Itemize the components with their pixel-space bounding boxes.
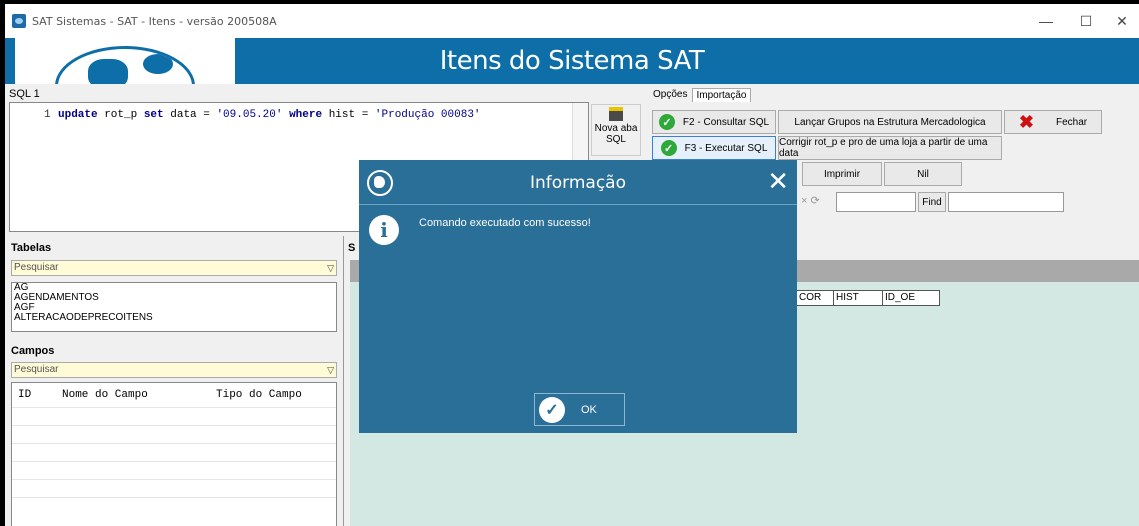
dialog-title: Informação bbox=[529, 173, 626, 193]
sql-keyword: update bbox=[58, 109, 98, 121]
dialog-message: Comando executado com sucesso! bbox=[419, 217, 591, 229]
sql-text: rot_p bbox=[97, 109, 144, 121]
campos-search-placeholder: Pesquisar bbox=[14, 364, 59, 375]
new-tab-label: Nova aba SQL bbox=[594, 123, 638, 145]
find-button[interactable]: Find bbox=[918, 192, 946, 212]
table-row bbox=[12, 443, 336, 461]
table-row bbox=[12, 425, 336, 443]
sql-string: '09.05.20' bbox=[216, 109, 283, 121]
minimize-button[interactable]: — bbox=[1026, 4, 1066, 38]
column-header[interactable]: HIST bbox=[833, 290, 883, 306]
new-sql-tab-button[interactable]: Nova aba SQL bbox=[591, 104, 641, 156]
check-icon: ✓ bbox=[658, 114, 675, 130]
tabelas-search[interactable]: Pesquisar ▽ bbox=[11, 260, 337, 276]
tabelas-list[interactable]: AG AGENDAMENTOS AGF ALTERACAODEPRECOITEN… bbox=[11, 282, 337, 332]
consultar-label: F2 - Consultar SQL bbox=[682, 116, 770, 128]
find-nav-icons[interactable]: × ⟳ bbox=[801, 194, 820, 207]
imprimir-button[interactable]: Imprimir bbox=[802, 162, 882, 186]
column-header[interactable]: COR bbox=[796, 290, 834, 306]
sql-keyword: set bbox=[143, 109, 164, 121]
sql-text: data = bbox=[163, 109, 217, 121]
chevron-down-icon[interactable]: ▽ bbox=[327, 261, 334, 275]
header-banner: Itens do Sistema SAT bbox=[5, 38, 1139, 84]
column-header[interactable]: Nome do Campo bbox=[56, 389, 210, 401]
close-window-button[interactable]: ✕ bbox=[1102, 4, 1139, 38]
dialog-header: Informação ✕ bbox=[359, 160, 797, 205]
campos-search[interactable]: Pesquisar ▽ bbox=[11, 362, 337, 378]
column-header[interactable]: ID bbox=[12, 389, 56, 401]
close-x-icon: ✖ bbox=[1018, 111, 1034, 132]
campos-grid[interactable]: ID Nome do Campo Tipo do Campo bbox=[11, 382, 337, 526]
nil-button[interactable]: Nil bbox=[884, 162, 962, 186]
table-row bbox=[12, 407, 336, 425]
list-item[interactable]: AGENDAMENTOS bbox=[14, 293, 336, 303]
check-icon: ✓ bbox=[539, 396, 565, 423]
sql-string: 'Produção 00083' bbox=[374, 109, 481, 121]
executar-sql-button[interactable]: ✓ F3 - Executar SQL bbox=[652, 136, 776, 160]
fechar-button[interactable]: ✖ Fechar bbox=[1004, 110, 1102, 134]
campos-grid-header: ID Nome do Campo Tipo do Campo bbox=[12, 383, 336, 407]
table-row bbox=[12, 479, 336, 497]
campos-header: Campos bbox=[11, 345, 55, 357]
find-input[interactable] bbox=[836, 192, 916, 212]
consultar-sql-button[interactable]: ✓ F2 - Consultar SQL bbox=[652, 110, 776, 134]
tab-sql-1[interactable]: SQL 1 bbox=[9, 88, 40, 100]
sql-text: hist = bbox=[322, 109, 375, 121]
find-value-input[interactable] bbox=[948, 192, 1064, 212]
title-bar: SAT Sistemas - SAT - Itens - versão 2005… bbox=[5, 4, 1139, 38]
chevron-down-icon[interactable]: ▽ bbox=[327, 363, 334, 377]
tab-importacao[interactable]: Importação bbox=[692, 88, 751, 102]
new-tab-icon bbox=[609, 107, 623, 121]
executar-label: F3 - Executar SQL bbox=[684, 142, 768, 154]
corrigir-rot-p-button[interactable]: Corrigir rot_p e pro de uma loja a parti… bbox=[778, 136, 1002, 160]
sql-keyword: where bbox=[289, 109, 323, 121]
info-icon: i bbox=[369, 215, 399, 245]
ok-button[interactable]: ✓ OK bbox=[534, 393, 625, 426]
results-header: S bbox=[348, 242, 356, 254]
table-row bbox=[12, 497, 336, 515]
check-icon: ✓ bbox=[660, 140, 677, 156]
options-tabs: Opções Importação bbox=[650, 88, 753, 102]
lancar-grupos-button[interactable]: Lançar Grupos na Estrutura Mercadologica bbox=[778, 110, 1002, 134]
fechar-label: Fechar bbox=[1055, 116, 1088, 128]
table-row bbox=[12, 461, 336, 479]
tabelas-search-placeholder: Pesquisar bbox=[14, 262, 59, 273]
info-dialog: Informação ✕ i Comando executado com suc… bbox=[359, 160, 797, 433]
sql-code: update rot_p set data = '09.05.20' where… bbox=[58, 109, 481, 121]
column-header[interactable]: Tipo do Campo bbox=[210, 389, 330, 401]
app-icon bbox=[12, 14, 26, 28]
page-title: Itens do Sistema SAT bbox=[439, 46, 705, 76]
window-title: SAT Sistemas - SAT - Itens - versão 2005… bbox=[32, 14, 277, 28]
close-icon[interactable]: ✕ bbox=[767, 166, 789, 197]
tabelas-header: Tabelas bbox=[11, 242, 52, 254]
line-number: 1 bbox=[44, 109, 51, 121]
list-item[interactable]: ALTERACAODEPRECOITENS bbox=[14, 313, 336, 323]
ok-label: OK bbox=[581, 403, 597, 416]
column-header[interactable]: ID_OE bbox=[882, 290, 940, 306]
tab-opcoes[interactable]: Opções bbox=[650, 88, 690, 102]
maximize-button[interactable]: ☐ bbox=[1066, 4, 1106, 38]
